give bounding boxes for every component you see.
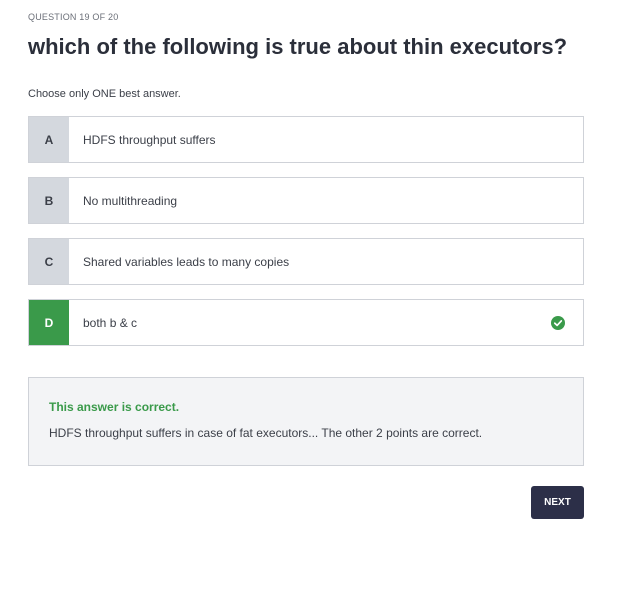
option-letter: C (29, 239, 69, 284)
option-letter: A (29, 117, 69, 162)
question-counter: QUESTION 19 OF 20 (28, 12, 119, 22)
option-text: HDFS throughput suffers (83, 132, 216, 147)
option-letter: D (29, 300, 69, 345)
option-b[interactable]: B No multithreading (28, 177, 584, 224)
option-text: Shared variables leads to many copies (83, 254, 290, 269)
feedback-panel: This answer is correct. HDFS throughput … (28, 377, 584, 466)
feedback-title: This answer is correct. (49, 400, 180, 414)
option-text: No multithreading (83, 193, 178, 208)
option-c[interactable]: C Shared variables leads to many copies (28, 238, 584, 285)
instructions: Choose only ONE best answer. (28, 88, 181, 100)
option-letter: B (29, 178, 69, 223)
next-button[interactable]: NEXT (531, 486, 584, 519)
option-a[interactable]: A HDFS throughput suffers (28, 116, 584, 163)
feedback-text: HDFS throughput suffers in case of fat e… (49, 426, 483, 440)
check-circle-icon (551, 300, 567, 345)
question-title: which of the following is true about thi… (28, 34, 568, 59)
option-d[interactable]: D both b & c (28, 299, 584, 346)
answer-options: A HDFS throughput suffers B No multithre… (28, 116, 584, 360)
option-text: both b & c (83, 315, 138, 330)
